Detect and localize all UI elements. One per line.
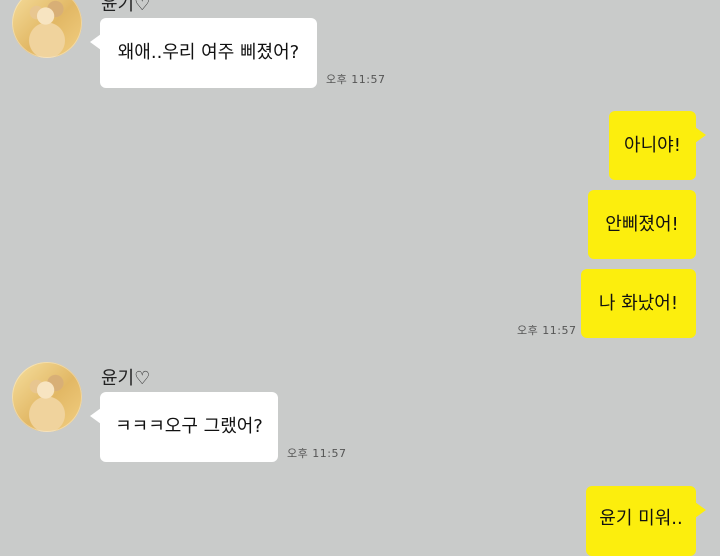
sender-name: 윤기♡ — [101, 0, 151, 15]
message-timestamp: 오후 11:57 — [326, 73, 386, 86]
sender-name: 윤기♡ — [101, 368, 151, 389]
message-bubble-incoming-2[interactable]: ㅋㅋㅋ오구 그랬어? — [90, 392, 278, 462]
message-text: 윤기 미워.. — [599, 508, 683, 529]
message-text: 안삐졌어! — [605, 213, 679, 235]
message-text: 왜애..우리 여주 삐졌어? — [117, 42, 300, 64]
message-bubble-incoming-1[interactable]: 왜애..우리 여주 삐졌어? — [90, 18, 317, 88]
message-bubble-outgoing-1[interactable]: 아니야! — [609, 111, 706, 180]
sender-avatar[interactable] — [12, 362, 82, 432]
message-text: 아니야! — [624, 134, 681, 156]
message-text: ㅋㅋㅋ오구 그랬어? — [115, 416, 263, 438]
message-bubble-outgoing-4[interactable]: 윤기 미워.. — [586, 486, 706, 556]
message-timestamp: 오후 11:57 — [517, 324, 577, 337]
sender-avatar[interactable] — [12, 0, 82, 58]
message-timestamp: 오후 11:57 — [287, 447, 347, 460]
message-bubble-outgoing-3[interactable]: 나 화났어! — [581, 269, 696, 338]
message-bubble-outgoing-2[interactable]: 안삐졌어! — [588, 190, 696, 259]
message-text: 나 화났어! — [598, 292, 679, 314]
